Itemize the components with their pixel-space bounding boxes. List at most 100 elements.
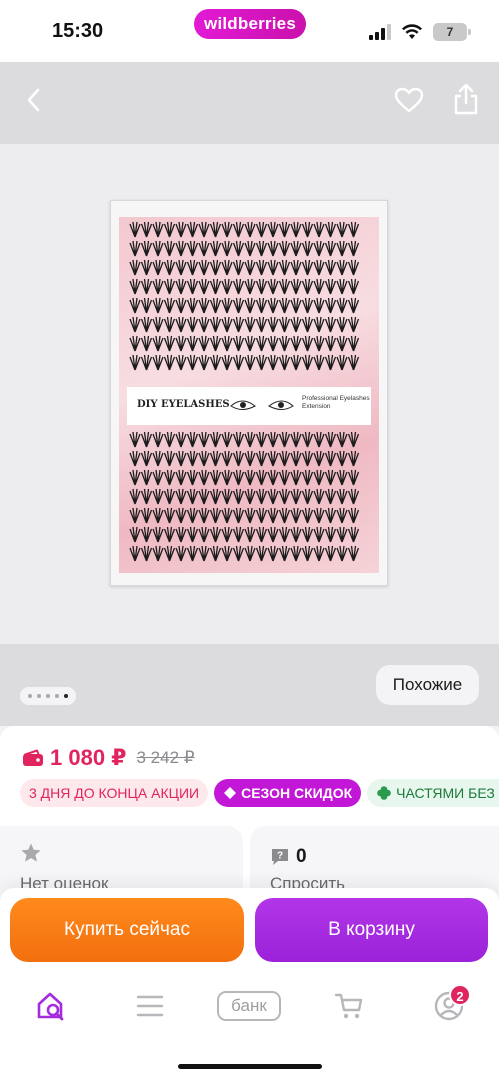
tab-home[interactable] bbox=[29, 988, 73, 1024]
lash-cluster bbox=[186, 221, 199, 238]
lash-cluster bbox=[129, 316, 141, 333]
lash-cluster bbox=[324, 507, 337, 524]
lash-cluster bbox=[163, 297, 176, 314]
lash-cluster bbox=[152, 507, 164, 524]
lash-cluster bbox=[186, 488, 199, 505]
lash-cluster bbox=[324, 240, 337, 257]
lash-cluster bbox=[267, 278, 279, 295]
product-label-subtitle: Professional Eyelashes Extension bbox=[302, 395, 370, 410]
pagination-dot[interactable] bbox=[55, 694, 59, 698]
lash-cluster bbox=[290, 335, 302, 352]
lash-cluster bbox=[175, 545, 187, 562]
lash-cluster bbox=[301, 450, 314, 467]
lash-cluster bbox=[313, 469, 325, 486]
lash-cluster bbox=[336, 450, 348, 467]
buy-now-button[interactable]: Купить сейчас bbox=[10, 898, 244, 962]
add-to-cart-button[interactable]: В корзину bbox=[255, 898, 488, 962]
lash-cluster bbox=[152, 240, 164, 257]
pagination-dot[interactable] bbox=[28, 694, 32, 698]
tab-bank[interactable]: банк bbox=[217, 991, 281, 1021]
lash-cluster bbox=[221, 545, 233, 562]
lash-cluster bbox=[313, 545, 325, 562]
lash-cluster bbox=[140, 354, 153, 371]
lash-cluster bbox=[336, 316, 348, 333]
lash-cluster bbox=[221, 507, 233, 524]
lash-cluster bbox=[221, 450, 233, 467]
lash-cluster bbox=[244, 221, 256, 238]
lash-cluster bbox=[267, 450, 279, 467]
lash-cluster bbox=[336, 507, 348, 524]
lash-cluster bbox=[232, 335, 245, 352]
pagination-dot[interactable] bbox=[46, 694, 50, 698]
lash-cluster bbox=[198, 488, 210, 505]
lash-cluster bbox=[129, 507, 141, 524]
lash-cluster bbox=[163, 450, 176, 467]
promo-badge-days-left[interactable]: 3 ДНЯ ДО КОНЦА АКЦИИ bbox=[20, 779, 209, 807]
lash-cluster bbox=[232, 259, 245, 276]
back-button[interactable] bbox=[14, 80, 54, 120]
lash-cluster bbox=[336, 469, 348, 486]
lash-cluster bbox=[244, 507, 256, 524]
product-image[interactable]: DIY EYELASHES Professional Eyelashes Ext… bbox=[110, 200, 388, 586]
lash-cluster bbox=[324, 450, 337, 467]
lash-cluster bbox=[255, 354, 268, 371]
home-indicator bbox=[178, 1064, 322, 1069]
back-icon bbox=[27, 88, 40, 112]
lash-cluster bbox=[163, 316, 176, 333]
lash-cluster bbox=[301, 507, 314, 524]
lash-cluster bbox=[175, 469, 187, 486]
lash-cluster bbox=[163, 259, 176, 276]
promo-badge-season-sale[interactable]: СЕЗОН СКИДОК bbox=[214, 779, 362, 807]
lash-tray: DIY EYELASHES Professional Eyelashes Ext… bbox=[119, 217, 379, 573]
pagination-dot-active[interactable] bbox=[64, 694, 68, 698]
pagination-dot[interactable] bbox=[37, 694, 41, 698]
lash-cluster bbox=[221, 259, 233, 276]
lash-cluster bbox=[290, 297, 302, 314]
lash-cluster bbox=[175, 316, 187, 333]
lash-cluster bbox=[278, 450, 291, 467]
lash-cluster bbox=[198, 278, 210, 295]
lash-cluster bbox=[232, 507, 245, 524]
lash-cluster bbox=[232, 221, 245, 238]
lash-cluster bbox=[175, 488, 187, 505]
lash-cluster bbox=[267, 335, 279, 352]
wifi-icon bbox=[402, 24, 422, 39]
lash-cluster bbox=[324, 335, 337, 352]
lash-cluster bbox=[186, 431, 199, 448]
lash-cluster bbox=[324, 545, 337, 562]
similar-button[interactable]: Похожие bbox=[376, 665, 479, 705]
lash-cluster bbox=[152, 278, 164, 295]
lash-cluster bbox=[313, 507, 325, 524]
lash-cluster bbox=[336, 221, 348, 238]
lash-cluster bbox=[278, 488, 291, 505]
lash-cluster bbox=[244, 297, 256, 314]
lash-cluster bbox=[255, 297, 268, 314]
promo-badge-installments[interactable]: ЧАСТЯМИ БЕЗ П bbox=[367, 779, 499, 807]
lash-cluster bbox=[278, 431, 291, 448]
lash-cluster bbox=[129, 526, 141, 543]
lash-cluster bbox=[347, 297, 360, 314]
lash-cluster bbox=[163, 240, 176, 257]
lash-cluster bbox=[347, 488, 360, 505]
lash-cluster bbox=[290, 221, 302, 238]
lash-cluster bbox=[278, 278, 291, 295]
lash-cluster bbox=[140, 221, 153, 238]
lash-cluster bbox=[163, 507, 176, 524]
lash-cluster bbox=[129, 469, 141, 486]
lash-cluster bbox=[129, 240, 141, 257]
lash-cluster bbox=[140, 545, 153, 562]
lash-cluster bbox=[175, 507, 187, 524]
lash-cluster bbox=[324, 278, 337, 295]
favorite-button[interactable] bbox=[389, 80, 429, 120]
share-button[interactable] bbox=[446, 78, 486, 120]
lash-cluster bbox=[267, 526, 279, 543]
lash-cluster bbox=[209, 259, 222, 276]
lash-cluster bbox=[140, 526, 153, 543]
lash-cluster bbox=[152, 526, 164, 543]
lash-cluster bbox=[186, 469, 199, 486]
tab-cart[interactable] bbox=[327, 988, 371, 1024]
lash-cluster bbox=[301, 469, 314, 486]
wildberries-pill[interactable]: wildberries bbox=[194, 9, 306, 39]
tab-catalog[interactable] bbox=[128, 988, 172, 1024]
lash-cluster bbox=[336, 488, 348, 505]
